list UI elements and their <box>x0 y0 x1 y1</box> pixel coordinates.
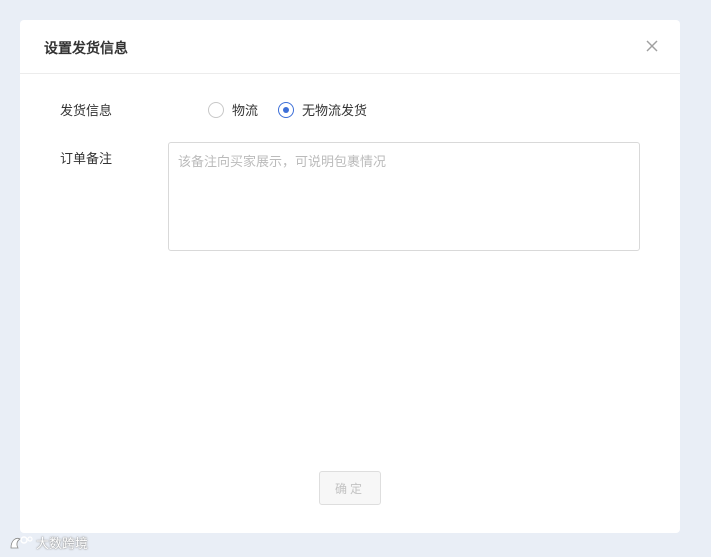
remark-row: 订单备注 <box>60 148 112 167</box>
watermark-text: 大数跨境 <box>36 537 89 552</box>
confirm-button[interactable]: 确定 <box>319 471 381 505</box>
order-remark-textarea[interactable] <box>168 142 640 251</box>
radio-logistics[interactable]: 物流 <box>208 100 258 119</box>
brand-logo-icon <box>10 535 33 548</box>
watermark: 大数跨境 <box>8 533 88 552</box>
radio-circle-checked-icon[interactable] <box>278 101 295 118</box>
shipping-row: 发货信息 物流 无物流发货 <box>60 100 640 120</box>
radio-no-logistics-label: 无物流发货 <box>302 104 368 119</box>
shipping-radio-group: 物流 无物流发货 <box>208 100 387 119</box>
close-icon[interactable] <box>642 36 662 56</box>
radio-no-logistics[interactable]: 无物流发货 <box>278 100 367 119</box>
dialog-header: 设置发货信息 <box>20 20 680 74</box>
dialog: 设置发货信息 发货信息 物流 无物流发货 订单备注 确定 <box>20 20 680 533</box>
radio-circle-unchecked-icon[interactable] <box>208 101 224 118</box>
remark-label: 订单备注 <box>60 152 113 167</box>
radio-logistics-label: 物流 <box>232 104 259 119</box>
dialog-title: 设置发货信息 <box>44 41 128 57</box>
